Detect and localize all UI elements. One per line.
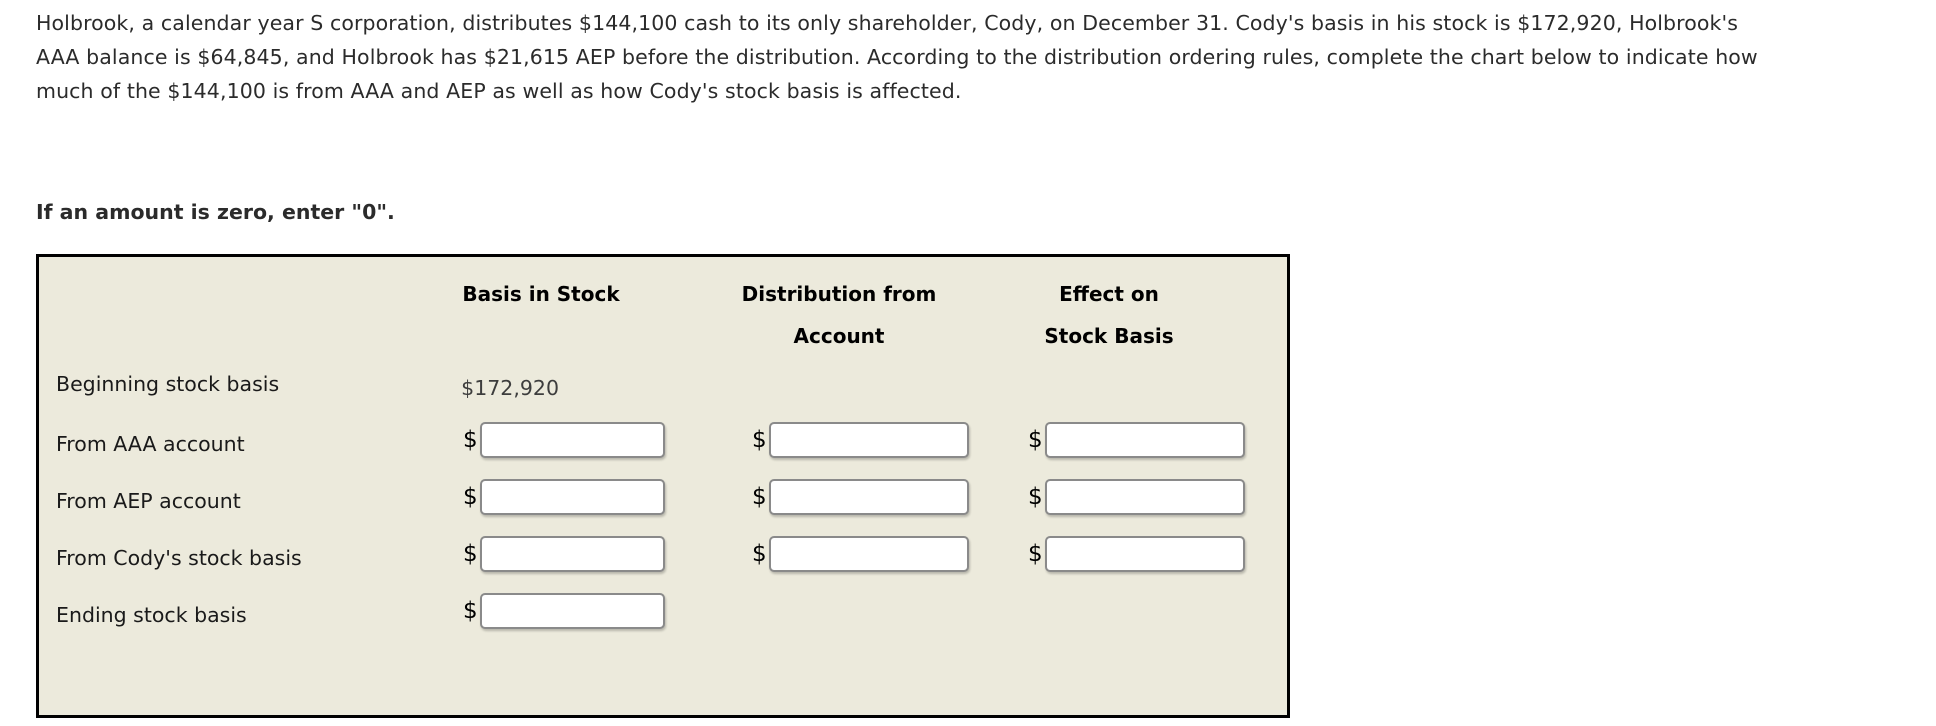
dollar-sign-icon: $ [752,540,767,567]
cell-aaa-basis-in-stock: $ [463,422,665,458]
dollar-sign-icon: $ [1028,426,1043,453]
dollar-sign-icon: $ [463,597,478,624]
distribution-chart-panel: Basis in Stock Distribution from Account… [36,254,1290,718]
dollar-sign-icon: $ [1028,483,1043,510]
row-label-from-aep-account: From AEP account [56,489,241,513]
cell-codys-distribution-from-account: $ [752,536,969,572]
beginning-stock-basis-value: $172,920 [461,376,559,400]
column-header-basis-in-stock-line2: Basis in Stock [462,282,620,306]
dollar-sign-icon: $ [463,540,478,567]
column-header-effect-on-stock-basis-line2: Stock Basis [1044,324,1174,348]
input-aep-basis-in-stock[interactable] [479,479,665,515]
column-header-basis-in-stock: Basis in Stock [431,273,651,315]
cell-aep-basis-in-stock: $ [463,479,665,515]
input-aaa-distribution-from-account[interactable] [768,422,969,458]
input-aep-distribution-from-account[interactable] [768,479,969,515]
input-codys-basis-in-stock[interactable] [479,536,665,572]
cell-aep-effect-on-stock-basis: $ [1028,479,1245,515]
input-aaa-basis-in-stock[interactable] [479,422,665,458]
input-aep-effect-on-stock-basis[interactable] [1044,479,1245,515]
dollar-sign-icon: $ [1028,540,1043,567]
cell-aep-distribution-from-account: $ [752,479,969,515]
column-header-distribution-from-account-line2: Account [793,324,885,348]
cell-ending-basis-in-stock: $ [463,593,665,629]
table-row: Beginning stock basis $172,920 [39,362,1287,419]
column-header-effect-on-stock-basis: Effect on Stock Basis [999,273,1219,357]
cell-aaa-distribution-from-account: $ [752,422,969,458]
dollar-sign-icon: $ [463,426,478,453]
input-ending-basis-in-stock[interactable] [479,593,665,629]
row-label-from-codys-stock-basis: From Cody's stock basis [56,546,302,570]
dollar-sign-icon: $ [752,483,767,510]
column-header-distribution-from-account: Distribution from Account [719,273,959,357]
row-label-from-aaa-account: From AAA account [56,432,245,456]
cell-codys-basis-in-stock: $ [463,536,665,572]
input-aaa-effect-on-stock-basis[interactable] [1044,422,1245,458]
input-codys-distribution-from-account[interactable] [768,536,969,572]
problem-statement: Holbrook, a calendar year S corporation,… [36,11,1758,103]
table-row: From AEP account $ $ $ [39,479,1287,536]
table-row: From Cody's stock basis $ $ $ [39,536,1287,593]
column-header-effect-on-stock-basis-line1: Effect on [1059,282,1159,306]
cell-codys-effect-on-stock-basis: $ [1028,536,1245,572]
row-label-ending-stock-basis: Ending stock basis [56,603,247,627]
input-codys-effect-on-stock-basis[interactable] [1044,536,1245,572]
dollar-sign-icon: $ [752,426,767,453]
cell-aaa-effect-on-stock-basis: $ [1028,422,1245,458]
column-header-distribution-from-account-line1: Distribution from [741,282,937,306]
table-row: From AAA account $ $ $ [39,422,1287,479]
zero-amount-instruction: If an amount is zero, enter "0". [36,200,395,224]
worksheet-page: Holbrook, a calendar year S corporation,… [0,0,1936,726]
table-row: Ending stock basis $ [39,593,1287,650]
row-label-beginning-stock-basis: Beginning stock basis [56,372,280,396]
dollar-sign-icon: $ [463,483,478,510]
